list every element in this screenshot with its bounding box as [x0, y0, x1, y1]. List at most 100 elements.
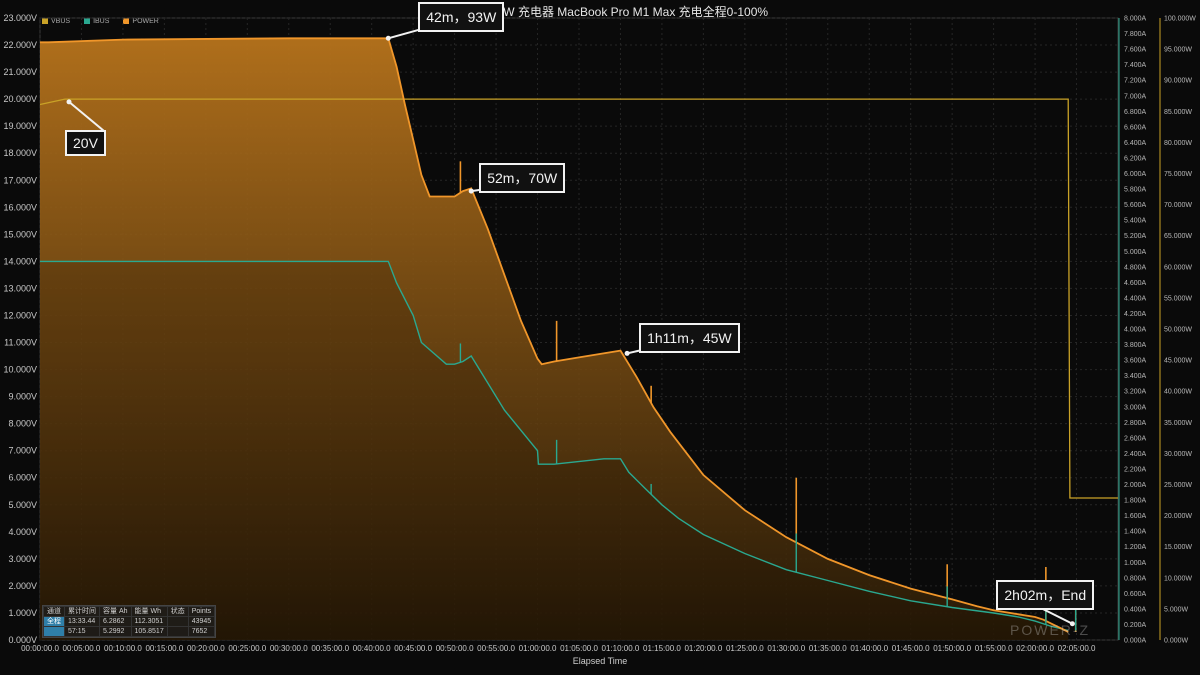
y-tick-label: 13.000V — [3, 283, 37, 293]
y-tick-label: 11.000V — [4, 338, 37, 348]
x-axis-ticks: 00:00:00.0 00:05:00.0 00:10:00.0 00:15:00.0… — [21, 644, 1096, 653]
annotation-arrowhead — [385, 35, 391, 41]
x-axis-label: Elapsed Time — [572, 656, 628, 666]
y-tick-label: 5.000V — [8, 500, 37, 510]
y-tick-label: 8.000V — [8, 419, 37, 429]
x-tick-label: 00:55:00.0 — [477, 644, 515, 653]
y-tick-label: 9.000V — [8, 392, 37, 402]
y3-tick-label: 100.000W — [1164, 16, 1196, 23]
y2-tick-label: 4.400A — [1124, 295, 1147, 302]
y2-tick-label: 1.200A — [1124, 544, 1147, 551]
y3-tick-label: 10.000W — [1164, 575, 1192, 582]
x-tick-label: 01:45:00.0 — [892, 644, 930, 653]
stats-cell — [43, 626, 65, 637]
y-tick-label: 18.000V — [3, 148, 37, 158]
x-tick-label: 02:00:00.0 — [1016, 644, 1054, 653]
x-tick-label: 00:45:00.0 — [394, 644, 432, 653]
y2-tick-label: 0.000A — [1124, 638, 1147, 645]
annotation-callout: 52m，70W — [479, 163, 566, 194]
y2-tick-label: 1.600A — [1124, 513, 1147, 520]
stats-header: 累计时间 — [64, 606, 100, 617]
y3-tick-label: 55.000W — [1164, 295, 1192, 302]
y2-tick-label: 6.000A — [1124, 171, 1147, 178]
y2-tick-label: 2.600A — [1124, 435, 1147, 442]
y3-tick-label: 20.000W — [1164, 513, 1192, 520]
y2-tick-label: 7.400A — [1124, 62, 1147, 69]
y2-tick-label: 5.400A — [1124, 218, 1147, 225]
y2-tick-label: 2.200A — [1124, 466, 1147, 473]
y3-tick-label: 65.000W — [1164, 233, 1192, 240]
stats-cell: 105.8517 — [130, 626, 168, 637]
y3-tick-label: 15.000W — [1164, 544, 1192, 551]
x-tick-label: 00:25:00.0 — [228, 644, 266, 653]
x-tick-label: 01:05:00.0 — [560, 644, 598, 653]
y3-tick-label: 95.000W — [1164, 47, 1192, 54]
stats-row: 57:15 5.2992 105.8517 7652 — [43, 626, 216, 637]
annotation-arrowhead — [66, 99, 72, 105]
y2-tick-label: 6.600A — [1124, 124, 1147, 131]
y-axis-ticks: 0.000V1.000V2.000V3.000V4.000V5.000V6.00… — [3, 13, 37, 645]
watermark: POWER-Z — [1010, 622, 1091, 638]
stats-cell — [166, 626, 189, 637]
y-tick-label: 15.000V — [3, 229, 37, 239]
y3-tick-label: 45.000W — [1164, 358, 1192, 365]
y2-tick-label: 2.000A — [1124, 482, 1147, 489]
y3-tick-label: 25.000W — [1164, 482, 1192, 489]
annotation-callout: 20V — [65, 129, 106, 156]
y2-tick-label: 0.800A — [1124, 575, 1147, 582]
y3-tick-label: 5.000W — [1164, 606, 1189, 613]
annotation-arrowhead — [468, 188, 474, 194]
x-tick-label: 00:40:00.0 — [353, 644, 391, 653]
y-tick-label: 22.000V — [3, 40, 37, 50]
y2-tick-label: 6.400A — [1124, 140, 1147, 147]
y2-tick-label: 4.600A — [1124, 280, 1147, 287]
y3-tick-label: 0.000W — [1164, 638, 1189, 645]
y2-tick-label: 5.000A — [1124, 249, 1147, 256]
x-tick-label: 00:00:00.0 — [21, 644, 59, 653]
y-tick-label: 2.000V — [8, 581, 37, 591]
y3-tick-label: 40.000W — [1164, 389, 1192, 396]
y3-tick-label: 60.000W — [1164, 264, 1192, 271]
stats-row: 全程 13:33.44 6.2862 112.3051 43945 — [43, 616, 216, 627]
stats-header: 状态 — [166, 606, 189, 617]
y2-tick-label: 0.400A — [1124, 606, 1147, 613]
x-tick-label: 01:20:00.0 — [684, 644, 722, 653]
y3-tick-label: 80.000W — [1164, 140, 1192, 147]
y2-tick-label: 1.400A — [1124, 529, 1147, 536]
y2-tick-label: 7.800A — [1124, 31, 1147, 38]
annotation-callout: 42m，93W — [418, 2, 505, 33]
y2-tick-label: 7.000A — [1124, 93, 1147, 100]
chart-canvas: 0.000V1.000V2.000V3.000V4.000V5.000V6.00… — [3, 13, 1196, 653]
y-tick-label: 14.000V — [3, 256, 37, 266]
annotation-callout: 1h11m，45W — [639, 323, 740, 354]
annotation-callout: 2h02m，End — [996, 579, 1095, 610]
y-tick-label: 16.000V — [3, 202, 37, 212]
x-tick-label: 01:35:00.0 — [809, 644, 847, 653]
x-tick-label: 01:40:00.0 — [850, 644, 888, 653]
stats-header: 通道 — [43, 606, 65, 617]
y2-tick-label: 3.400A — [1124, 373, 1147, 380]
stats-cell: 6.2862 — [99, 616, 132, 627]
annotation-arrowhead — [624, 350, 630, 356]
y2-tick-label: 4.200A — [1124, 311, 1147, 318]
y2-tick-label: 4.800A — [1124, 264, 1147, 271]
x-tick-label: 00:30:00.0 — [270, 644, 308, 653]
x-tick-label: 00:35:00.0 — [311, 644, 349, 653]
y2-tick-label: 4.000A — [1124, 327, 1147, 334]
x-tick-label: 01:10:00.0 — [602, 644, 640, 653]
stats-cell — [166, 616, 189, 627]
x-tick-label: 00:05:00.0 — [63, 644, 101, 653]
series-areas — [40, 38, 1069, 641]
x-tick-label: 00:50:00.0 — [436, 644, 474, 653]
x-tick-label: 00:20:00.0 — [187, 644, 225, 653]
y-tick-label: 20.000V — [3, 94, 37, 104]
y2-axis-ticks: 0.000A 0.200A 0.400A 0.600A 0.800A 1.000A 1.20… — [1118, 16, 1196, 645]
x-tick-label: 02:05:00.0 — [1058, 644, 1096, 653]
y2-tick-label: 8.000A — [1124, 16, 1147, 23]
y3-tick-label: 35.000W — [1164, 420, 1192, 427]
stats-cell: 全程 — [43, 616, 65, 627]
y2-tick-label: 5.800A — [1124, 187, 1147, 194]
x-tick-label: 01:25:00.0 — [726, 644, 764, 653]
y3-tick-label: 50.000W — [1164, 327, 1192, 334]
stats-cell: 13:33.44 — [64, 616, 100, 627]
